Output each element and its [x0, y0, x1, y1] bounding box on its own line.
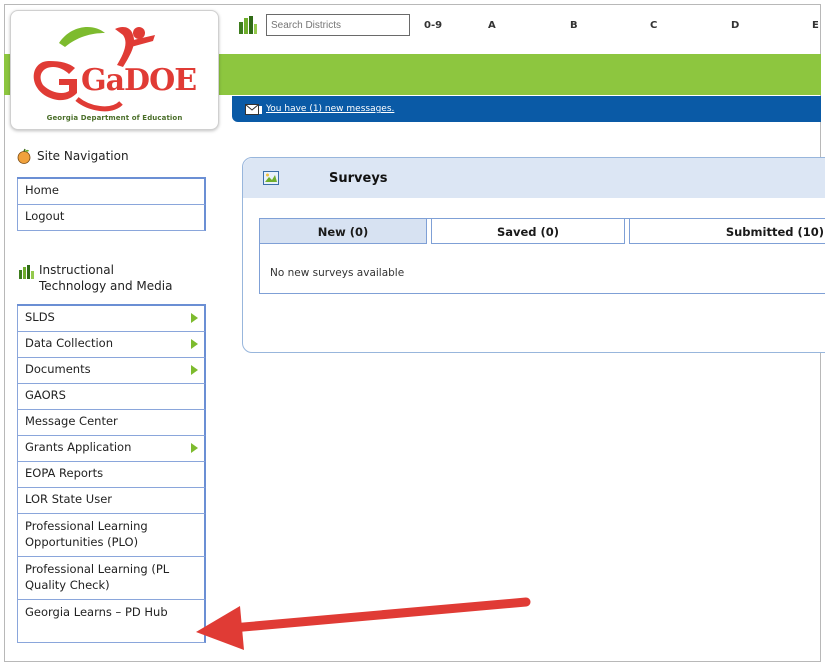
red-annotation-arrow	[196, 597, 531, 650]
